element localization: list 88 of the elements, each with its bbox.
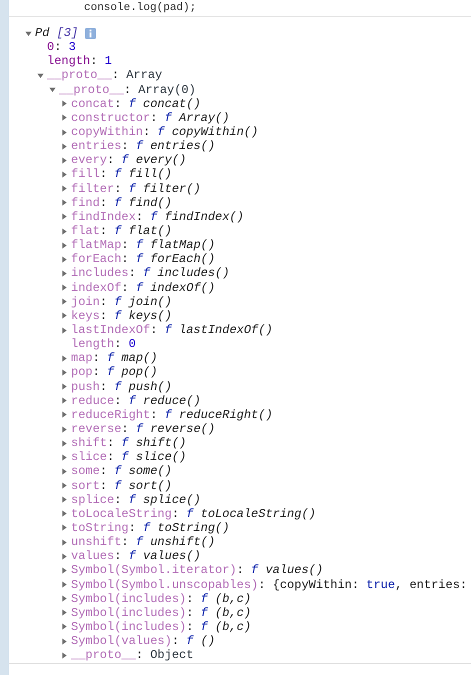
property-text: lastIndexOf: f lastIndexOf(): [71, 323, 273, 338]
property-text: join: f join(): [71, 294, 172, 309]
expand-arrow-icon[interactable]: [61, 312, 68, 320]
expand-arrow-icon[interactable]: [61, 538, 68, 546]
expand-arrow-icon[interactable]: [61, 510, 68, 518]
expand-arrow-icon[interactable]: [61, 496, 68, 504]
property-text: toLocaleString: f toLocaleString(): [71, 506, 316, 521]
expand-arrow-icon[interactable]: [61, 468, 68, 475]
property-text: Symbol(includes): f (b,c): [71, 592, 252, 606]
property-text: toString: f toString(): [71, 520, 230, 535]
collapse-arrow-icon[interactable]: [49, 86, 56, 94]
expand-arrow-icon[interactable]: [61, 142, 68, 150]
property-text: __proto__: Array(0): [59, 82, 196, 97]
property-text: push: f push(): [71, 380, 172, 394]
property-text: Symbol(includes): f (b,c): [71, 620, 252, 634]
property-text: __proto__: Object: [71, 648, 194, 662]
property-text: values: f values(): [71, 549, 201, 564]
collapse-arrow-icon[interactable]: [25, 30, 32, 37]
property-text: copyWithin: f copyWithin(): [71, 125, 258, 140]
expand-arrow-icon[interactable]: [61, 552, 68, 560]
property-text: fill: f fill(): [71, 167, 172, 182]
expand-arrow-icon[interactable]: [61, 114, 68, 122]
property-text: map: f map(): [71, 351, 158, 366]
property-text: reduceRight: f reduceRight(): [71, 408, 273, 422]
property-text: reduce: f reduce(): [71, 394, 201, 408]
expand-arrow-icon[interactable]: [61, 440, 68, 447]
expand-arrow-icon[interactable]: [61, 156, 68, 164]
property-text: includes: f includes(): [71, 266, 230, 280]
property-text: 0: 3: [47, 40, 76, 54]
expand-arrow-icon[interactable]: [61, 185, 68, 192]
expand-arrow-icon[interactable]: [61, 326, 68, 334]
property-text: entries: f entries(): [71, 139, 216, 154]
property-text: forEach: f forEach(): [71, 252, 216, 266]
expand-arrow-icon[interactable]: [61, 638, 68, 645]
property-text: find: f find(): [71, 196, 172, 210]
property-text: Symbol(Symbol.iterator): f values(): [71, 563, 324, 578]
expand-arrow-icon[interactable]: [61, 228, 68, 235]
expand-arrow-icon[interactable]: [61, 482, 68, 490]
property-text: length: 1: [47, 54, 112, 68]
expand-arrow-icon[interactable]: [61, 397, 68, 404]
expand-arrow-icon[interactable]: [61, 411, 68, 418]
expand-arrow-icon[interactable]: [61, 199, 68, 206]
expand-arrow-icon[interactable]: [61, 595, 68, 602]
property-text: sort: f sort(): [71, 478, 172, 493]
expand-arrow-icon[interactable]: [61, 170, 68, 178]
expand-arrow-icon[interactable]: [61, 100, 68, 108]
property-text: pop: f pop(): [71, 365, 158, 380]
property-text: Symbol(includes): f (b,c): [71, 606, 252, 620]
expand-arrow-icon[interactable]: [61, 284, 68, 292]
code-line: console.log(pad);: [84, 2, 196, 14]
object-label: Pd [3]: [35, 26, 78, 40]
expand-arrow-icon[interactable]: [61, 454, 68, 461]
expand-arrow-icon[interactable]: [61, 354, 68, 362]
expand-arrow-icon[interactable]: [61, 242, 68, 249]
expand-arrow-icon[interactable]: [61, 298, 68, 306]
property-text: unshift: f unshift(): [71, 535, 216, 550]
property-text: Symbol(Symbol.unscopables): {copyWithin: true, entries:: [71, 578, 468, 592]
expand-arrow-icon[interactable]: [61, 213, 68, 220]
property-text: findIndex: f findIndex(): [71, 210, 244, 224]
property-text: Symbol(values): f (): [71, 634, 216, 648]
property-text: __proto__: Array: [47, 68, 162, 82]
property-text: flat: f flat(): [71, 224, 172, 238]
property-text: concat: f concat(): [71, 96, 201, 111]
property-text: indexOf: f indexOf(): [71, 280, 216, 295]
expand-arrow-icon[interactable]: [61, 581, 68, 588]
expand-arrow-icon[interactable]: [61, 566, 68, 574]
expand-arrow-icon[interactable]: [61, 623, 68, 630]
expand-arrow-icon[interactable]: [61, 609, 68, 616]
expand-arrow-icon[interactable]: [61, 426, 68, 432]
expand-arrow-icon[interactable]: [61, 524, 68, 532]
property-text: length: 0: [71, 337, 136, 352]
expand-arrow-icon[interactable]: [61, 128, 68, 136]
property-text: shift: f shift(): [71, 436, 186, 450]
property-text: constructor: f Array(): [71, 110, 230, 125]
property-text: every: f every(): [71, 153, 186, 168]
property-text: some: f some(): [71, 464, 172, 478]
expand-arrow-icon[interactable]: [61, 383, 68, 390]
property-text: flatMap: f flatMap(): [71, 238, 216, 252]
expand-arrow-icon[interactable]: [61, 652, 68, 659]
expand-arrow-icon[interactable]: [61, 256, 68, 263]
property-text: filter: f filter(): [71, 182, 201, 196]
expand-arrow-icon[interactable]: [61, 270, 68, 277]
collapse-arrow-icon[interactable]: [37, 72, 44, 79]
property-text: splice: f splice(): [71, 492, 201, 507]
property-text: slice: f slice(): [71, 450, 186, 464]
expand-arrow-icon[interactable]: [61, 368, 68, 376]
property-text: keys: f keys(): [71, 308, 172, 323]
property-text: reverse: f reverse(): [71, 422, 216, 436]
